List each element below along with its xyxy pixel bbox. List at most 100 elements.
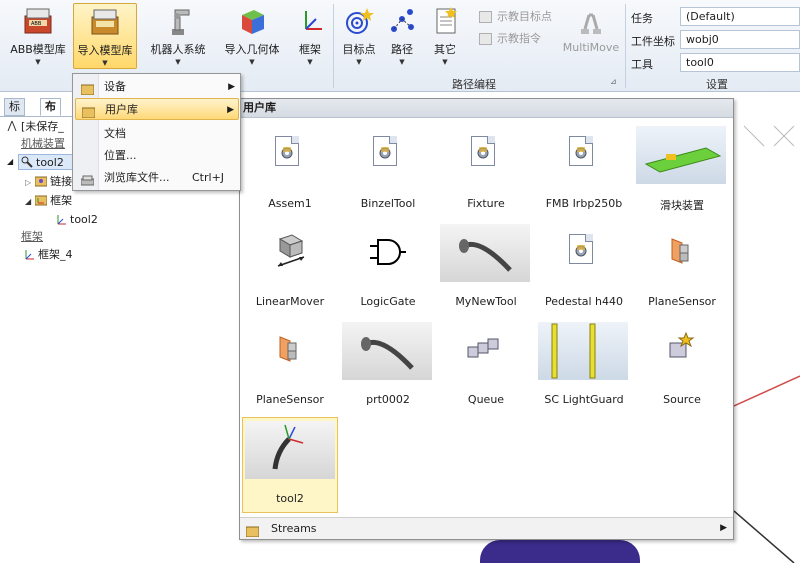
submenu-arrow-icon: ▶ [720,523,727,533]
teach-target-icon [479,11,492,23]
teach-target-button[interactable]: 示教目标点 [477,8,552,26]
menu-item-locations[interactable]: 位置... [75,145,239,167]
station-icon [6,120,18,132]
tree-item-tool2[interactable]: tool2 [18,154,74,170]
workobject-select[interactable]: wobj0 [680,30,800,49]
browse-icon [80,172,95,186]
gallery-item[interactable]: Assem1 [242,123,338,219]
gallery-item[interactable]: SC LightGuard [536,319,632,415]
tool-select[interactable]: tool0 [680,53,800,72]
gallery-item-label: PlaneSensor [256,393,324,406]
gallery-item-label: LinearMover [255,295,325,308]
gallery-item-label: SC LightGuard [544,393,624,406]
menu-item-user-library[interactable]: 用户库 ▶ [75,98,239,120]
menu-item-equipment[interactable]: 设备 ▶ [75,76,239,98]
target-icon [343,5,375,37]
path-icon [386,5,418,37]
teach-instruction-button[interactable]: 示教指令 [477,30,541,48]
tree-item-frame4[interactable]: 框架_4 [23,247,73,263]
gallery-item-label: prt0002 [366,393,410,406]
menu-item-documents[interactable]: 文档 [75,123,239,145]
folder-icon [80,81,95,96]
other-icon [429,5,461,37]
gallery-item[interactable]: LinearMover [242,221,338,317]
menu-item-browse-library[interactable]: 浏览库文件... Ctrl+J [75,167,239,189]
dropdown-arrow-icon: ▼ [307,58,313,66]
other-button[interactable]: 其它 ▼ [425,3,465,69]
tab-tags[interactable]: 标记 [4,98,25,129]
gallery-item[interactable]: PlaneSensor [634,221,730,317]
task-label: 任务 [631,12,653,25]
gallery-item-label: Queue [467,393,505,406]
import-library-button[interactable]: 导入模型库 ▼ [73,3,137,69]
collapse-icon[interactable]: ◢ [7,157,13,166]
gallery-item[interactable]: FMB Irbp250b [536,123,632,219]
abb-library-button[interactable]: ABB ABB模型库 ▼ [4,3,72,69]
station-node[interactable]: [未保存_ [6,119,64,135]
gallery-item[interactable]: prt0002 [340,319,436,415]
gallery-item-label: MyNewTool [455,295,517,308]
dialog-launcher-icon[interactable]: ⊿ [610,77,617,86]
3d-viewport[interactable] [734,116,800,563]
dropdown-arrow-icon: ▼ [102,59,108,67]
folder-icon [245,523,260,538]
gallery-item-label: FMB Irbp250b [545,197,623,210]
dropdown-arrow-icon: ▼ [175,58,181,66]
gallery-item[interactable]: Fixture [438,123,534,219]
tool-thumbnail [340,319,436,383]
logic-gate-icon [340,221,436,285]
submenu-arrow-icon: ▶ [227,105,234,115]
library-doc-icon [536,123,632,187]
tree-item-links[interactable]: ▷ 链接 [25,174,72,190]
slider-device-thumbnail [634,123,730,187]
target-button[interactable]: 目标点 ▼ [338,3,380,69]
frame-button[interactable]: 框架 ▼ [290,3,330,69]
linear-mover-icon [242,221,338,285]
group-separator [625,4,626,88]
gallery-item[interactable]: tool2 [242,417,338,513]
dropdown-arrow-icon: ▼ [399,58,405,66]
queue-icon [438,319,534,383]
frame-icon [55,213,67,225]
svg-text:ABB: ABB [31,21,42,27]
frames-header: 框架 [21,230,43,243]
gallery-item[interactable]: Pedestal h440 [536,221,632,317]
import-library-menu: 设备 ▶ 用户库 ▶ 文档 位置... 浏览库文件... Ctrl+J [72,73,241,191]
tree-item-frames[interactable]: ◢ 框架 [25,193,72,209]
expand-icon[interactable]: ▷ [25,178,31,187]
streams-item[interactable]: Streams ▶ [240,517,733,539]
gallery-item-label: BinzelTool [360,197,416,210]
robot-system-icon [162,5,194,37]
gallery-item[interactable]: Source [634,319,730,415]
gallery-item[interactable]: PlaneSensor [242,319,338,415]
library-doc-icon [340,123,436,187]
gallery-item[interactable]: 滑块装置 [634,123,730,219]
robot-base-graphic [480,540,640,563]
submenu-arrow-icon: ▶ [228,82,235,92]
task-select[interactable]: (Default) [680,7,800,26]
gallery-item-label: Source [663,393,701,406]
import-geometry-icon [236,5,268,37]
gallery-item-label: tool2 [276,492,304,505]
tab-layout[interactable]: 布局 [40,98,61,129]
tree-item-frame-tool2[interactable]: tool2 [55,212,98,228]
library-doc-icon [536,221,632,285]
gallery-item[interactable]: MyNewTool [438,221,534,317]
path-button[interactable]: 路径 ▼ [383,3,421,69]
import-geometry-button[interactable]: 导入几何体 ▼ [220,3,284,69]
gallery-item-label: 滑块装置 [660,199,704,212]
dropdown-arrow-icon: ▼ [356,58,362,66]
gallery-item[interactable]: Queue [438,319,534,415]
user-library-gallery: 用户库 Assem1 BinzelTool Fixture FMB Irbp250b 滑… [239,98,734,540]
gallery-item-label: Fixture [467,197,505,210]
gallery-item[interactable]: LogicGate [340,221,436,317]
plane-sensor-icon [634,221,730,285]
gallery-item[interactable]: BinzelTool [340,123,436,219]
dropdown-arrow-icon: ▼ [35,58,41,66]
robot-system-button[interactable]: 机器人系统 ▼ [146,3,210,69]
multimove-button[interactable]: MultiMove [560,3,622,69]
multimove-icon [575,5,607,37]
settings-caption: 设置 [706,78,728,91]
collapse-icon[interactable]: ◢ [25,197,31,206]
tool2-thumbnail [243,418,339,482]
